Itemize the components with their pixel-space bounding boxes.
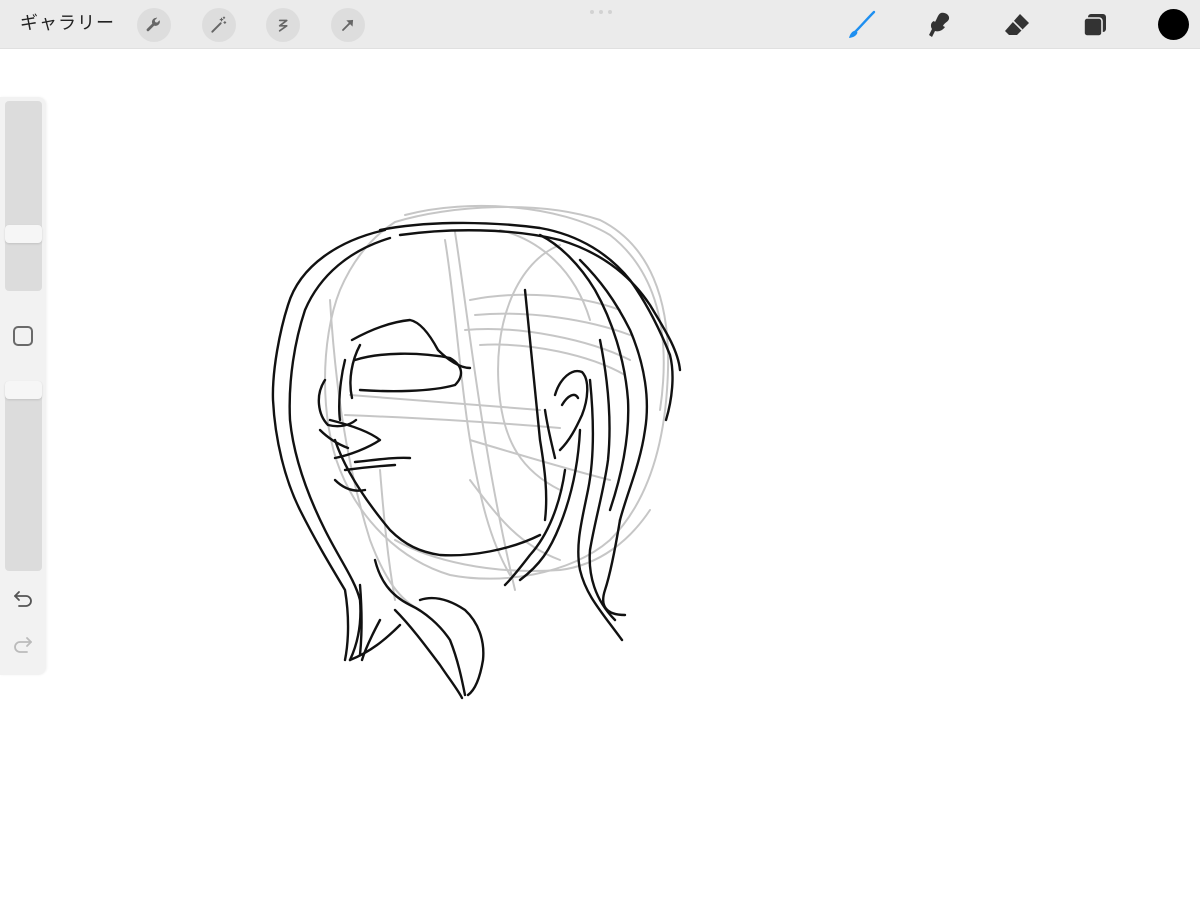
sketch-drawing (271, 204, 682, 700)
smudge-icon[interactable] (922, 8, 956, 42)
brush-icon[interactable] (845, 8, 879, 42)
transform-arrow-icon[interactable] (331, 8, 365, 42)
sketch-lines (271, 221, 682, 700)
magic-wand-icon[interactable] (202, 8, 236, 42)
top-toolbar: ギャラリー (0, 0, 1200, 49)
wrench-icon[interactable] (137, 8, 171, 42)
gallery-button[interactable]: ギャラリー (20, 11, 115, 37)
eraser-icon[interactable] (1000, 8, 1034, 42)
layers-icon[interactable] (1078, 8, 1112, 42)
drawing-canvas[interactable] (0, 49, 1200, 900)
color-swatch[interactable] (1158, 9, 1189, 40)
selection-icon[interactable] (266, 8, 300, 42)
toolbar-grab-handle (590, 10, 612, 14)
